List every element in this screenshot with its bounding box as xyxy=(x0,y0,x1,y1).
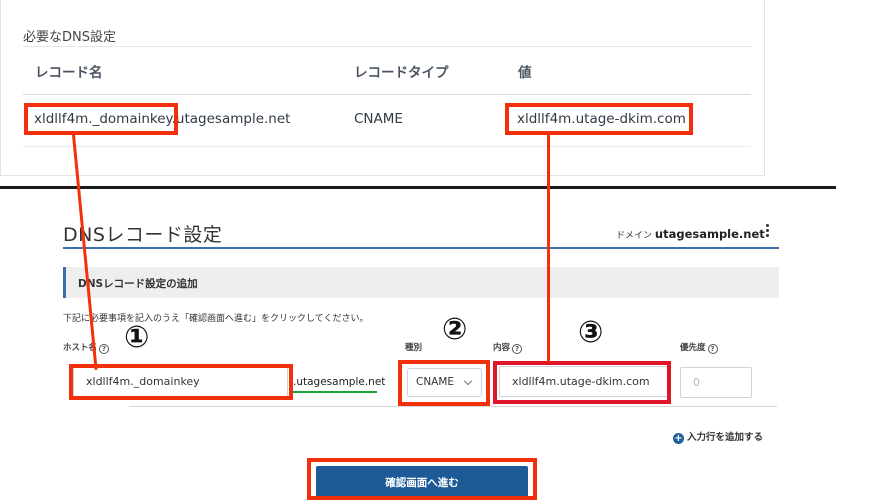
label-type: 種別 xyxy=(405,343,423,353)
section-title: DNSレコード設定の追加 xyxy=(78,278,198,290)
title-underline xyxy=(63,247,779,249)
divider xyxy=(23,146,751,147)
help-icon[interactable]: ? xyxy=(99,344,110,354)
help-icon[interactable]: ? xyxy=(512,344,523,354)
label-priority-text: 優先度 xyxy=(680,343,706,353)
domain-label: ドメイン utagesample.net xyxy=(616,227,765,241)
highlight-record-name xyxy=(24,103,178,135)
header-record-name: レコード名 xyxy=(35,65,103,81)
annotation-badge-1: ① xyxy=(124,320,150,355)
label-priority: 優先度? xyxy=(680,341,718,354)
host-suffix: .utagesample.net xyxy=(293,376,386,388)
help-icon[interactable]: ? xyxy=(707,344,718,354)
header-record-type: レコードタイプ xyxy=(354,65,449,81)
host-suffix-underline xyxy=(293,391,377,393)
highlight-confirm-button xyxy=(307,458,537,500)
divider xyxy=(23,94,751,95)
required-dns-title: 必要なDNS設定 xyxy=(23,30,116,45)
section-separator xyxy=(0,186,836,189)
add-row-button[interactable]: + 入力行を追加する xyxy=(673,429,763,444)
record-type-cell[interactable]: CNAME xyxy=(354,111,403,127)
highlight-content-input xyxy=(493,361,671,404)
add-row-label: 入力行を追加する xyxy=(687,432,764,443)
annotation-badge-3: ③ xyxy=(578,315,604,350)
label-content: 内容? xyxy=(493,341,523,354)
instruction-text: 下記に必要事項を記入のうえ「確認画面へ進む」をクリックしてください。 xyxy=(63,314,369,324)
highlight-record-value xyxy=(505,103,693,135)
plus-circle-icon: + xyxy=(673,433,684,444)
header-value: 値 xyxy=(518,65,532,81)
row-divider xyxy=(129,406,777,407)
domain-prefix: ドメイン xyxy=(616,231,653,241)
priority-input[interactable]: 0 xyxy=(680,367,752,398)
connector-line-3 xyxy=(547,135,550,362)
divider xyxy=(23,46,751,47)
section-header: DNSレコード設定の追加 xyxy=(63,267,779,298)
record-name-suffix: .utagesample.net xyxy=(171,111,291,127)
page-title: DNSレコード設定 xyxy=(63,224,223,246)
more-menu-icon[interactable] xyxy=(763,222,771,240)
highlight-host-input xyxy=(69,364,293,400)
label-host: ホスト名? xyxy=(63,341,110,354)
annotation-badge-2: ② xyxy=(442,312,468,347)
label-content-text: 内容 xyxy=(493,343,511,353)
domain-name: utagesample.net xyxy=(654,227,765,241)
required-dns-panel: 必要なDNS設定 レコード名 レコードタイプ 値 xldllf4m._domai… xyxy=(0,0,765,176)
highlight-type-select xyxy=(398,360,490,406)
